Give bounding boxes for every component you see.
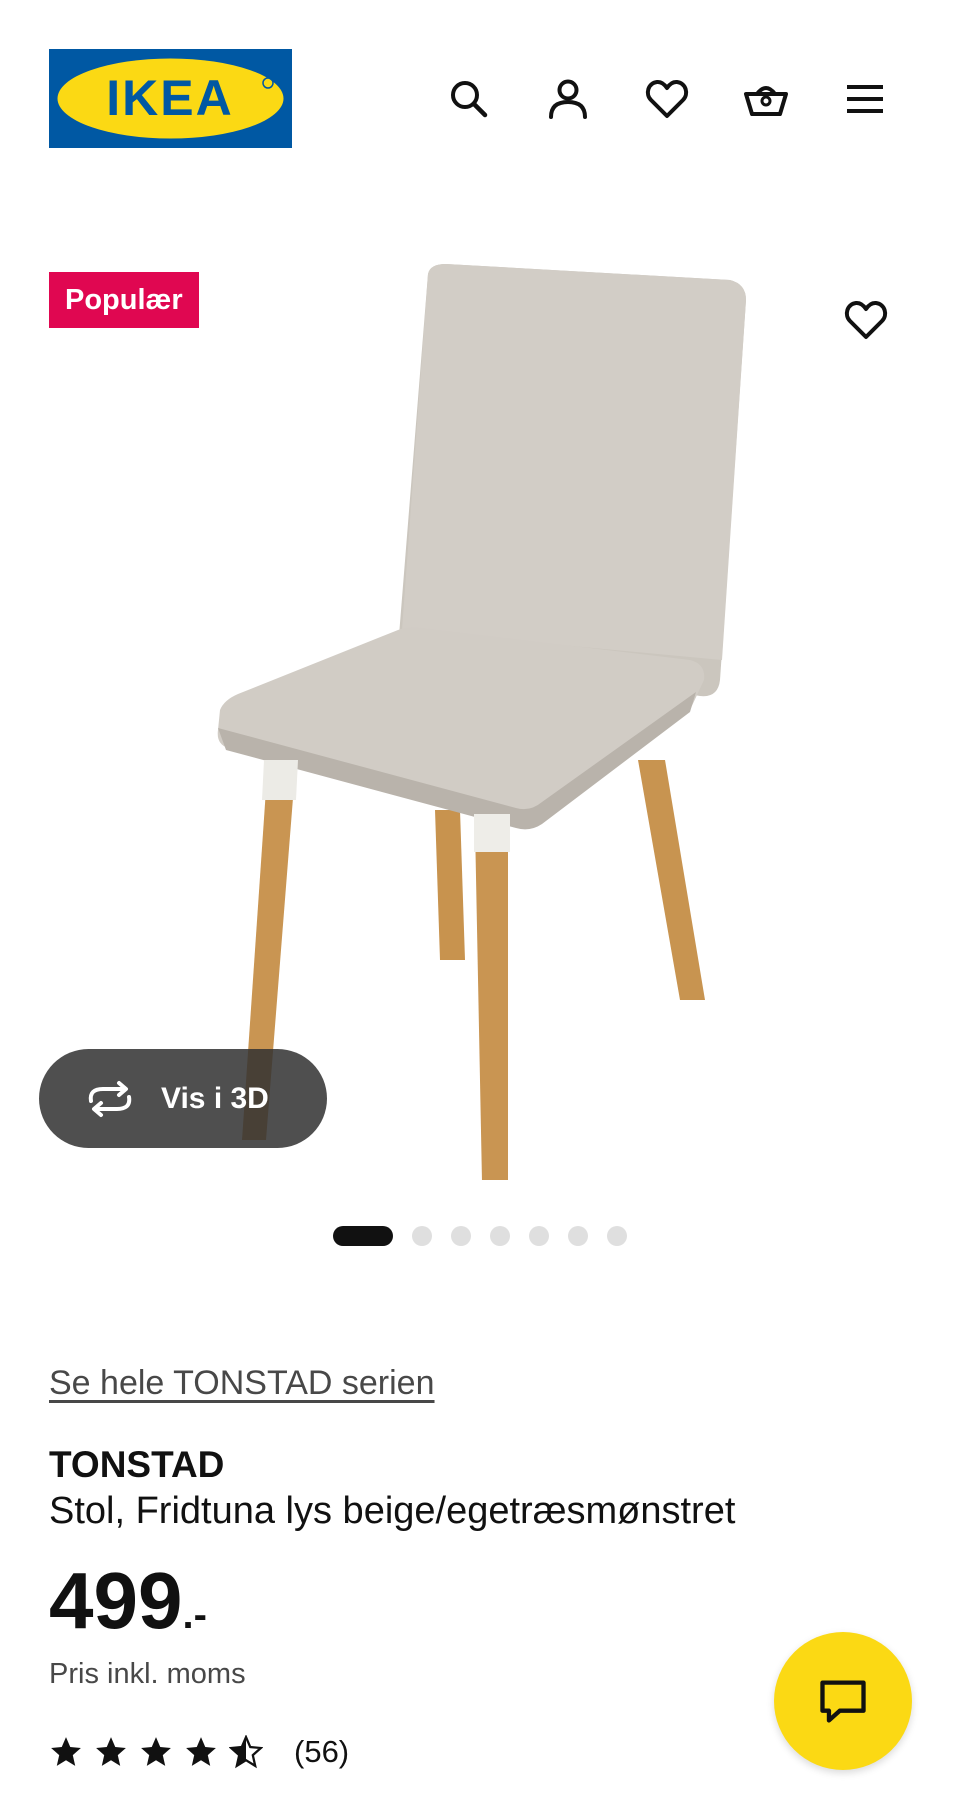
product-gallery[interactable]: Populær Vis i 3D bbox=[0, 210, 960, 1190]
view-in-3d-label: Vis i 3D bbox=[161, 1081, 269, 1115]
logo-text: IKEA bbox=[106, 70, 233, 126]
half-star-icon bbox=[229, 1735, 263, 1769]
popular-badge: Populær bbox=[49, 272, 199, 328]
search-icon[interactable] bbox=[438, 68, 500, 130]
product-name: TONSTAD bbox=[49, 1444, 225, 1485]
ikea-logo[interactable]: IKEA bbox=[49, 49, 292, 148]
price-amount: 499 bbox=[49, 1556, 183, 1645]
rotate-3d-icon bbox=[88, 1080, 132, 1117]
carousel-dot[interactable] bbox=[568, 1226, 588, 1246]
series-link[interactable]: Se hele TONSTAD serien bbox=[49, 1364, 435, 1403]
favorite-button[interactable] bbox=[834, 288, 898, 352]
star-icon bbox=[51, 1737, 81, 1766]
chat-button[interactable] bbox=[774, 1632, 912, 1770]
star-icon bbox=[186, 1737, 216, 1766]
carousel-dot[interactable] bbox=[490, 1226, 510, 1246]
carousel-dot[interactable] bbox=[607, 1226, 627, 1246]
star-icon bbox=[96, 1737, 126, 1766]
product-rating[interactable]: (56) bbox=[49, 1734, 349, 1770]
heart-icon bbox=[844, 300, 888, 339]
carousel-dot[interactable] bbox=[333, 1226, 393, 1246]
carousel-dot[interactable] bbox=[412, 1226, 432, 1246]
menu-icon[interactable] bbox=[834, 68, 896, 130]
carousel-indicator bbox=[0, 1224, 960, 1248]
carousel-dot[interactable] bbox=[529, 1226, 549, 1246]
basket-icon[interactable] bbox=[735, 68, 797, 130]
product-description: Stol, Fridtuna lys beige/egetræsmønstret bbox=[49, 1490, 736, 1532]
account-icon[interactable] bbox=[537, 68, 599, 130]
chat-icon bbox=[820, 1680, 866, 1723]
product-price: 499.- bbox=[49, 1556, 207, 1646]
price-suffix: .- bbox=[182, 1593, 207, 1637]
header: IKEA bbox=[0, 0, 960, 180]
view-in-3d-button[interactable]: Vis i 3D bbox=[39, 1049, 327, 1148]
star-icon bbox=[141, 1737, 171, 1766]
price-note: Pris inkl. moms bbox=[49, 1658, 246, 1690]
heart-icon[interactable] bbox=[636, 68, 698, 130]
carousel-dot[interactable] bbox=[451, 1226, 471, 1246]
product-image[interactable] bbox=[190, 240, 770, 1180]
rating-count: (56) bbox=[294, 1734, 350, 1769]
